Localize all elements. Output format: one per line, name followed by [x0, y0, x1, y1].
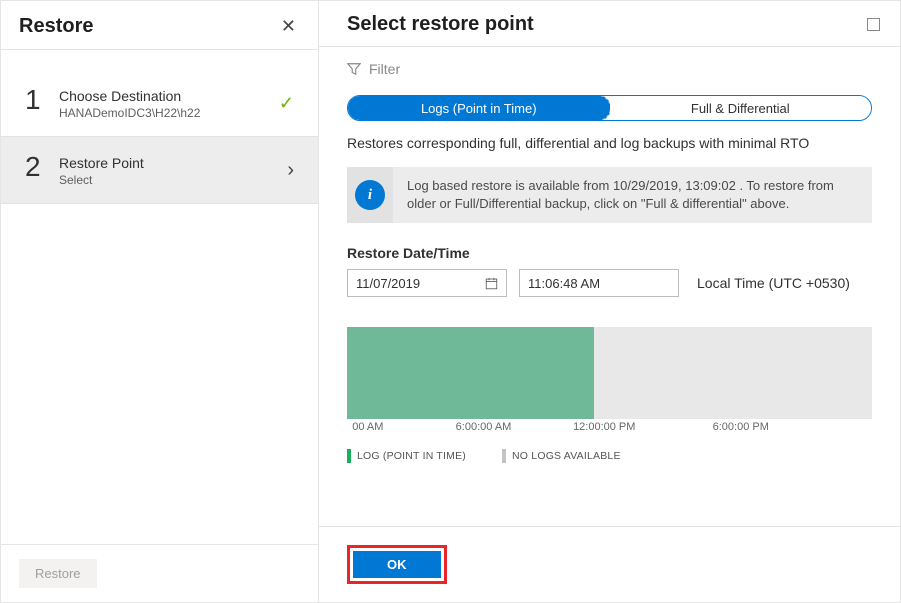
legend-label: NO LOGS AVAILABLE: [512, 450, 621, 462]
info-banner: i Log based restore is available from 10…: [347, 167, 872, 223]
info-icon-wrap: i: [347, 167, 393, 223]
step-subtitle: Select: [59, 173, 287, 187]
timezone-label: Local Time (UTC +0530): [697, 275, 850, 291]
restore-datetime-row: 11/07/2019 11:06:48 AM Local Time (UTC +…: [347, 269, 872, 297]
chevron-right-icon: ›: [287, 159, 294, 182]
select-restore-point-panel: Select restore point Filter Logs (Point …: [319, 1, 900, 602]
legend-swatch-icon: [502, 449, 506, 463]
step-title: Choose Destination: [59, 88, 279, 104]
ok-highlight: OK: [347, 545, 447, 584]
tab-full-differential[interactable]: Full & Differential: [610, 96, 872, 120]
step-title: Restore Point: [59, 155, 287, 171]
legend-no-logs: NO LOGS AVAILABLE: [502, 449, 621, 463]
checkmark-icon: ✓: [279, 94, 294, 112]
legend-log: LOG (POINT IN TIME): [347, 449, 466, 463]
left-footer: Restore: [1, 544, 318, 602]
legend-label: LOG (POINT IN TIME): [357, 450, 466, 462]
right-header: Select restore point: [319, 1, 900, 47]
info-text: Log based restore is available from 10/2…: [393, 167, 872, 223]
filter-icon: [347, 62, 361, 76]
axis-tick: 6:00:00 PM: [713, 421, 769, 433]
right-panel-title: Select restore point: [347, 13, 534, 36]
chart-legend: LOG (POINT IN TIME) NO LOGS AVAILABLE: [347, 449, 872, 463]
step-subtitle: HANADemoIDC3\H22\h22: [59, 106, 279, 120]
info-icon: i: [355, 180, 385, 210]
pin-icon[interactable]: [867, 18, 880, 31]
filter-placeholder: Filter: [369, 61, 400, 77]
wizard-step-choose-destination[interactable]: 1 Choose Destination HANADemoIDC3\H22\h2…: [1, 70, 318, 136]
wizard-steps: 1 Choose Destination HANADemoIDC3\H22\h2…: [1, 50, 318, 544]
chart-axis: 00 AM 6:00:00 AM 12:00:00 PM 6:00:00 PM: [347, 421, 872, 437]
restore-description: Restores corresponding full, differentia…: [347, 135, 872, 151]
left-panel-title: Restore: [19, 15, 93, 38]
axis-tick: 00 AM: [352, 421, 383, 433]
filter-input[interactable]: Filter: [347, 61, 872, 95]
restore-date-input[interactable]: 11/07/2019: [347, 269, 507, 297]
step-number: 2: [25, 153, 59, 181]
restore-wizard-panel: Restore ✕ 1 Choose Destination HANADemoI…: [1, 1, 319, 602]
restore-button[interactable]: Restore: [19, 559, 97, 588]
step-number: 1: [25, 86, 59, 114]
log-availability-chart[interactable]: 00 AM 6:00:00 AM 12:00:00 PM 6:00:00 PM: [347, 327, 872, 437]
axis-tick: 6:00:00 AM: [456, 421, 512, 433]
ok-button[interactable]: OK: [353, 551, 441, 578]
calendar-icon[interactable]: [485, 277, 498, 290]
restore-time-input[interactable]: 11:06:48 AM: [519, 269, 679, 297]
left-header: Restore ✕: [1, 1, 318, 50]
right-footer: OK: [319, 526, 900, 602]
close-icon[interactable]: ✕: [277, 13, 300, 39]
legend-swatch-icon: [347, 449, 351, 463]
axis-tick: 12:00:00 PM: [573, 421, 635, 433]
chart-log-region: [347, 327, 594, 419]
restore-time-value: 11:06:48 AM: [528, 276, 600, 291]
wizard-step-restore-point[interactable]: 2 Restore Point Select ›: [1, 136, 318, 204]
restore-datetime-label: Restore Date/Time: [347, 245, 872, 261]
restore-date-value: 11/07/2019: [356, 276, 420, 291]
backup-type-segmented: Logs (Point in Time) Full & Differential: [347, 95, 872, 121]
tab-logs-point-in-time[interactable]: Logs (Point in Time): [347, 95, 611, 121]
